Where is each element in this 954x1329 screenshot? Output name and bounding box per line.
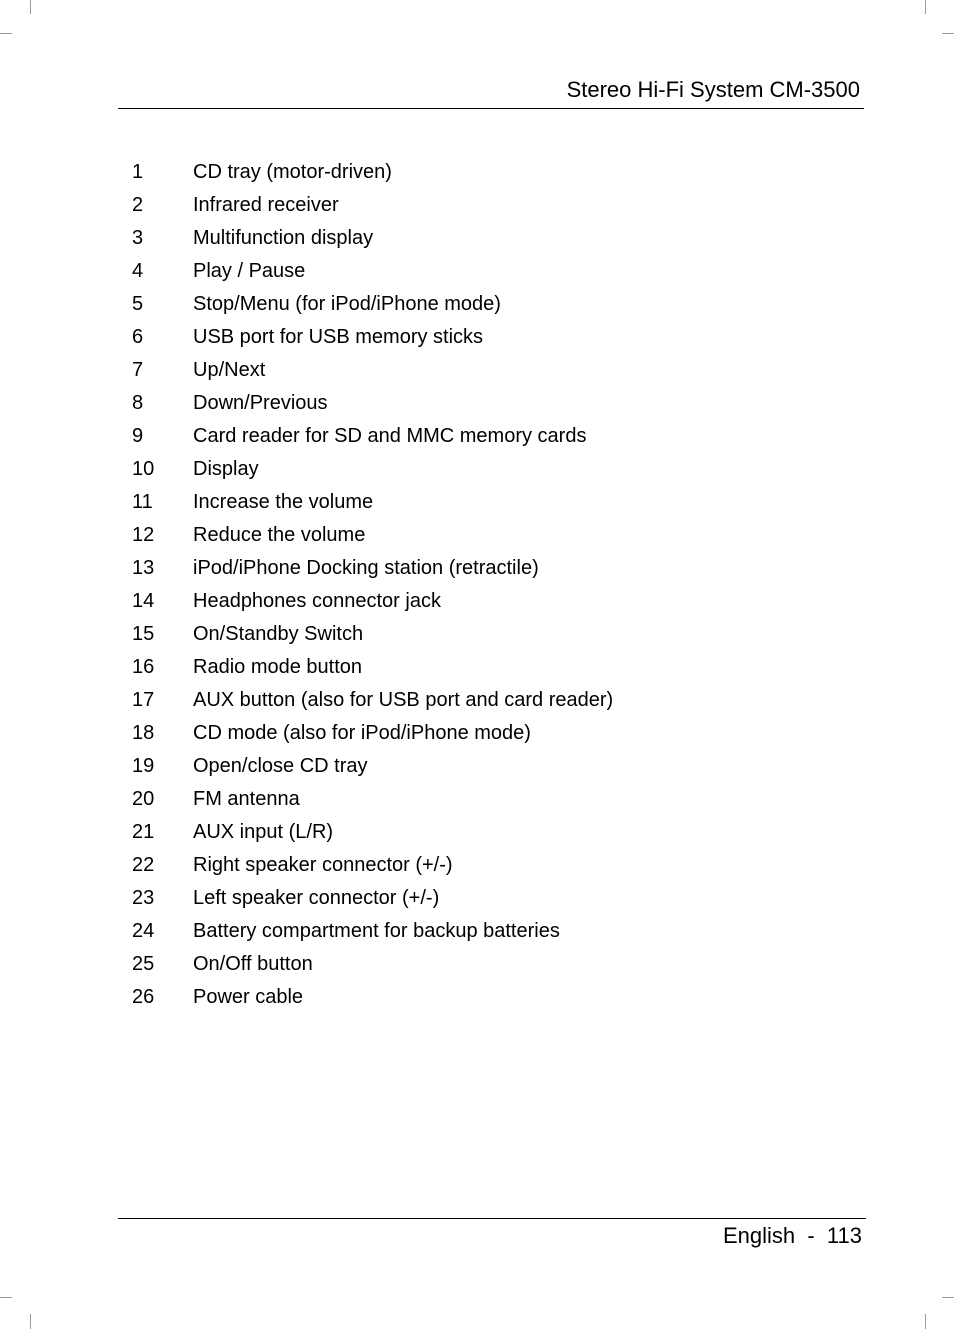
crop-mark-bottom-left-vertical: [30, 1314, 31, 1329]
list-item: 25 On/Off button: [132, 948, 613, 981]
list-item: 17 AUX button (also for USB port and card…: [132, 684, 613, 717]
item-number: 15: [132, 623, 155, 645]
item-label: AUX input (L/R): [193, 821, 334, 843]
item-number: 14: [132, 590, 155, 612]
item-label: USB port for USB memory sticks: [193, 326, 484, 348]
list-item: 16 Radio mode button: [132, 651, 613, 684]
item-label: Right speaker connector (+/-): [193, 854, 453, 876]
header-divider: [118, 108, 864, 109]
item-number: 3: [132, 227, 144, 249]
list-item: 19 Open/close CD tray: [132, 750, 613, 783]
item-number: 24: [132, 920, 155, 942]
crop-mark-bottom-right-vertical: [925, 1314, 926, 1329]
item-label: Multifunction display: [193, 227, 374, 249]
item-label: Headphones connector jack: [193, 590, 441, 612]
footer-language: English: [722, 1223, 796, 1248]
crop-mark-top-right-vertical: [925, 0, 926, 14]
page-footer: English - 113: [723, 1222, 862, 1250]
item-label: Stop/Menu (for iPod/iPhone mode): [193, 293, 501, 315]
item-number: 4: [132, 260, 144, 282]
item-label: Left speaker connector (+/-): [193, 887, 440, 909]
item-number: 2: [132, 194, 144, 216]
item-label: Up/Next: [193, 359, 266, 381]
item-label: Card reader for SD and MMC memory cards: [193, 425, 587, 447]
item-number: 11: [132, 491, 153, 513]
item-number: 1: [132, 161, 144, 183]
list-item: 10 Display: [132, 453, 613, 486]
item-number: 19: [132, 755, 155, 777]
item-label: Increase the volume: [193, 491, 374, 513]
item-label: Play / Pause: [193, 260, 306, 282]
crop-mark-top-left-vertical: [30, 0, 31, 14]
item-number: 20: [132, 788, 155, 810]
list-item: 6 USB port for USB memory sticks: [132, 321, 613, 354]
list-item: 26 Power cable: [132, 981, 613, 1014]
item-label: Display: [193, 458, 259, 480]
item-number: 23: [132, 887, 155, 909]
list-item: 18 CD mode (also for iPod/iPhone mode): [132, 717, 613, 750]
crop-mark-top-left-horizontal: [0, 33, 12, 34]
item-number: 21: [132, 821, 155, 843]
item-number: 12: [132, 524, 155, 546]
list-item: 22 Right speaker connector (+/-): [132, 849, 613, 882]
crop-mark-bottom-right-horizontal: [942, 1297, 954, 1298]
item-label: On/Standby Switch: [193, 623, 364, 645]
item-number: 18: [132, 722, 155, 744]
list-item: 5 Stop/Menu (for iPod/iPhone mode): [132, 288, 613, 321]
item-number: 22: [132, 854, 155, 876]
item-number: 10: [132, 458, 155, 480]
page-header-title: Stereo Hi-Fi System CM-3500: [566, 77, 860, 102]
item-number: 25: [132, 953, 155, 975]
crop-mark-bottom-left-horizontal: [0, 1297, 12, 1298]
list-item: 13 iPod/iPhone Docking station (retractil…: [132, 552, 613, 585]
list-item: 21 AUX input (L/R): [132, 816, 613, 849]
list-item: 11 Increase the volume: [132, 486, 613, 519]
list-item: 7 Up/Next: [132, 354, 613, 387]
item-number: 9: [132, 425, 144, 447]
item-label: Radio mode button: [193, 656, 363, 678]
item-label: Battery compartment for backup batteries: [193, 920, 560, 942]
list-item: 1 CD tray (motor-driven): [132, 156, 613, 189]
list-item: 3 Multifunction display: [132, 222, 613, 255]
page-number: 113: [826, 1223, 862, 1248]
item-label: Open/close CD tray: [193, 755, 368, 777]
item-label: On/Off button: [193, 953, 313, 975]
parts-list: 1 CD tray (motor-driven) 2 Infrared receive…: [132, 156, 613, 1014]
item-number: 8: [132, 392, 144, 414]
list-item: 9 Card reader for SD and MMC memory cards: [132, 420, 613, 453]
item-number: 5: [132, 293, 144, 315]
footer-separator: -: [807, 1223, 815, 1248]
list-item: 15 On/Standby Switch: [132, 618, 613, 651]
item-number: 7: [132, 359, 144, 381]
item-label: Infrared receiver: [193, 194, 339, 216]
list-item: 20 FM antenna: [132, 783, 613, 816]
item-number: 26: [132, 986, 155, 1008]
item-number: 13: [132, 557, 155, 579]
item-number: 6: [132, 326, 144, 348]
list-item: 4 Play / Pause: [132, 255, 613, 288]
item-number: 16: [132, 656, 155, 678]
item-label: Power cable: [193, 986, 304, 1008]
item-label: Reduce the volume: [193, 524, 366, 546]
item-label: CD tray (motor-driven): [193, 161, 392, 183]
item-label: CD mode (also for iPod/iPhone mode): [193, 722, 531, 744]
list-item: 14 Headphones connector jack: [132, 585, 613, 618]
crop-mark-top-right-horizontal: [942, 33, 954, 34]
list-item: 2 Infrared receiver: [132, 189, 613, 222]
list-item: 23 Left speaker connector (+/-): [132, 882, 613, 915]
item-label: Down/Previous: [193, 392, 328, 414]
item-label: FM antenna: [193, 788, 300, 810]
footer-divider: [118, 1218, 866, 1219]
list-item: 24 Battery compartment for backup batteri…: [132, 915, 613, 948]
list-item: 12 Reduce the volume: [132, 519, 613, 552]
item-number: 17: [132, 689, 155, 711]
list-item: 8 Down/Previous: [132, 387, 613, 420]
item-label: AUX button (also for USB port and card r…: [193, 689, 614, 711]
item-label: iPod/iPhone Docking station (retractile): [193, 557, 539, 579]
